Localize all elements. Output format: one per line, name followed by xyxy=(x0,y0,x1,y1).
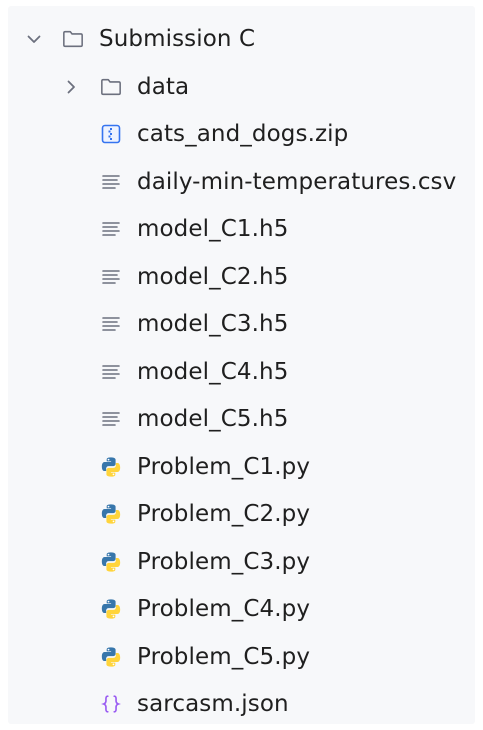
text-file-icon xyxy=(100,313,122,335)
tree-item-label: Problem_C5.py xyxy=(137,643,311,670)
text-file-icon xyxy=(100,361,122,383)
tree-row-file[interactable]: sarcasm.json xyxy=(8,684,475,724)
tree-row-file[interactable]: cats_and_dogs.zip xyxy=(8,114,475,154)
tree-row-folder[interactable]: data xyxy=(8,67,475,107)
project-tree-panel: Submission C data cats_and_dogs.zip daily-… xyxy=(8,6,475,724)
text-file-icon xyxy=(100,218,122,240)
chevron-right-icon[interactable] xyxy=(62,78,80,96)
tree-row-file[interactable]: model_C1.h5 xyxy=(8,209,475,249)
tree-row-file[interactable]: daily-min-temperatures.csv xyxy=(8,162,475,202)
tree-item-label: model_C2.h5 xyxy=(137,263,289,290)
tree-item-label: Problem_C1.py xyxy=(137,453,311,480)
tree-item-label: Problem_C3.py xyxy=(137,548,311,575)
python-file-icon xyxy=(100,503,122,525)
tree-row-root-folder[interactable]: Submission C xyxy=(8,19,475,59)
zip-archive-icon xyxy=(100,123,122,145)
python-file-icon xyxy=(100,551,122,573)
tree-item-label: cats_and_dogs.zip xyxy=(137,121,349,147)
python-file-icon xyxy=(100,456,122,478)
folder-icon xyxy=(62,28,84,50)
tree-item-label: model_C3.h5 xyxy=(137,311,289,337)
folder-icon xyxy=(100,76,122,98)
tree-item-label: Problem_C2.py xyxy=(137,501,311,527)
tree-item-label: Problem_C4.py xyxy=(137,596,311,622)
text-file-icon xyxy=(100,408,122,430)
tree-row-file[interactable]: Problem_C3.py xyxy=(8,542,475,582)
tree-item-label: sarcasm.json xyxy=(137,691,289,717)
tree-item-label: daily-min-temperatures.csv xyxy=(137,168,457,195)
tree-item-label: model_C4.h5 xyxy=(137,358,289,385)
tree-row-file[interactable]: Problem_C4.py xyxy=(8,589,475,629)
tree-row-file[interactable]: Problem_C5.py xyxy=(8,637,475,677)
tree-row-file[interactable]: Problem_C1.py xyxy=(8,447,475,487)
tree-row-file[interactable]: model_C2.h5 xyxy=(8,257,475,297)
tree-item-label: model_C1.h5 xyxy=(137,216,289,242)
tree-row-file[interactable]: model_C3.h5 xyxy=(8,304,475,344)
chevron-down-icon[interactable] xyxy=(25,30,43,48)
tree-row-file[interactable]: Problem_C2.py xyxy=(8,494,475,534)
text-file-icon xyxy=(100,266,122,288)
json-file-icon xyxy=(100,693,122,715)
tree-item-label: model_C5.h5 xyxy=(137,406,289,432)
project-tree: Submission C data cats_and_dogs.zip daily-… xyxy=(8,6,475,724)
tree-item-label: Submission C xyxy=(99,26,256,52)
python-file-icon xyxy=(100,598,122,620)
tree-row-file[interactable]: model_C5.h5 xyxy=(8,399,475,439)
text-file-icon xyxy=(100,171,122,193)
tree-item-label: data xyxy=(137,73,190,100)
tree-row-file[interactable]: model_C4.h5 xyxy=(8,352,475,392)
python-file-icon xyxy=(100,646,122,668)
